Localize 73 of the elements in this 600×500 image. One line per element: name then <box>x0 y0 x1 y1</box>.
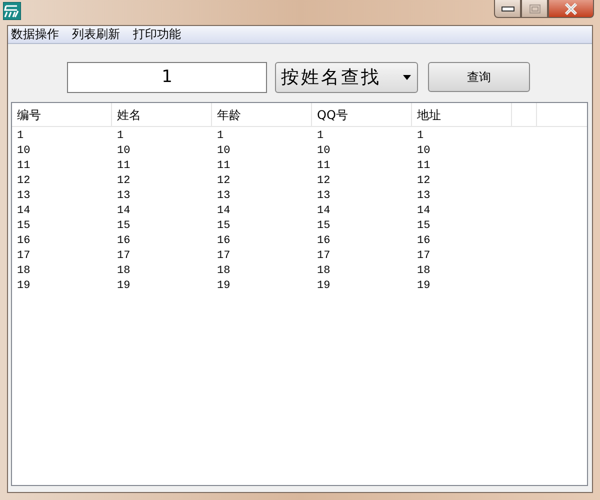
table-cell: 18 <box>317 265 330 277</box>
column-header[interactable]: 地址 <box>412 103 512 126</box>
table-cell: 13 <box>17 190 30 202</box>
table-cell: 17 <box>117 250 130 262</box>
minimize-button[interactable] <box>494 0 521 18</box>
table-cell: 19 <box>17 280 30 292</box>
table-cell: 1 <box>117 130 124 142</box>
table-cell: 13 <box>217 190 230 202</box>
table-cell: 10 <box>317 145 330 157</box>
minimize-icon <box>500 6 514 12</box>
table-cell: 10 <box>417 145 430 157</box>
table-cell: 16 <box>417 235 430 247</box>
column-header[interactable]: 年龄 <box>212 103 312 126</box>
table-cell: 18 <box>217 265 230 277</box>
table-cell: 15 <box>217 220 230 232</box>
close-button[interactable] <box>548 0 594 18</box>
table-cell: 16 <box>217 235 230 247</box>
table-cell: 17 <box>17 250 30 262</box>
menu-item[interactable]: 数据操作 <box>11 26 66 43</box>
table-cell: 17 <box>417 250 430 262</box>
table-cell: 1 <box>217 130 224 142</box>
table-cell: 1 <box>317 130 324 142</box>
table-cell: 14 <box>17 205 30 217</box>
table-cell: 1 <box>17 130 24 142</box>
table-cell: 10 <box>117 145 130 157</box>
table-cell: 11 <box>317 160 330 172</box>
table-cell: 14 <box>317 205 330 217</box>
table-cell: 12 <box>117 175 130 187</box>
table-cell: 12 <box>217 175 230 187</box>
table-cell: 14 <box>217 205 230 217</box>
table-cell: 11 <box>117 160 130 172</box>
table-cell: 14 <box>117 205 130 217</box>
table-cell: 16 <box>117 235 130 247</box>
table-cell: 11 <box>417 160 430 172</box>
table-cell: 13 <box>117 190 130 202</box>
table-cell: 11 <box>17 160 30 172</box>
table-cell: 15 <box>17 220 30 232</box>
query-button[interactable]: 查询 <box>428 62 530 92</box>
table-cell: 11 <box>217 160 230 172</box>
table-cell: 1 <box>417 130 424 142</box>
table-cell: 12 <box>417 175 430 187</box>
table-cell: 17 <box>317 250 330 262</box>
table-cell: 12 <box>317 175 330 187</box>
column-header[interactable]: 编号 <box>12 103 112 126</box>
table-cell: 18 <box>417 265 430 277</box>
menu-item[interactable]: 列表刷新 <box>66 26 127 43</box>
table-cell: 15 <box>417 220 430 232</box>
table-cell: 13 <box>417 190 430 202</box>
table-cell: 19 <box>117 280 130 292</box>
table-cell: 12 <box>17 175 30 187</box>
table-cell: 10 <box>17 145 30 157</box>
column-header[interactable]: 姓名 <box>112 103 212 126</box>
menu-item[interactable]: 打印功能 <box>127 26 188 43</box>
table-cell: 19 <box>217 280 230 292</box>
close-icon <box>564 2 578 14</box>
table-cell: 15 <box>317 220 330 232</box>
table-cell: 10 <box>217 145 230 157</box>
table-cell: 16 <box>317 235 330 247</box>
table-cell: 18 <box>17 265 30 277</box>
table-cell: 16 <box>17 235 30 247</box>
table-cell: 18 <box>117 265 130 277</box>
maximize-icon <box>528 4 540 14</box>
caret-icon <box>403 74 411 80</box>
table-cell: 19 <box>317 280 330 292</box>
search-field[interactable]: 1 <box>67 62 267 92</box>
column-header[interactable]: QQ号 <box>312 103 412 126</box>
table-cell: 14 <box>417 205 430 217</box>
table-cell: 17 <box>217 250 230 262</box>
table-cell: 13 <box>317 190 330 202</box>
search-mode-dropdown[interactable]: 按姓名查找 <box>275 62 418 92</box>
app-icon <box>3 2 21 20</box>
table-cell: 15 <box>117 220 130 232</box>
table-cell: 19 <box>417 280 430 292</box>
